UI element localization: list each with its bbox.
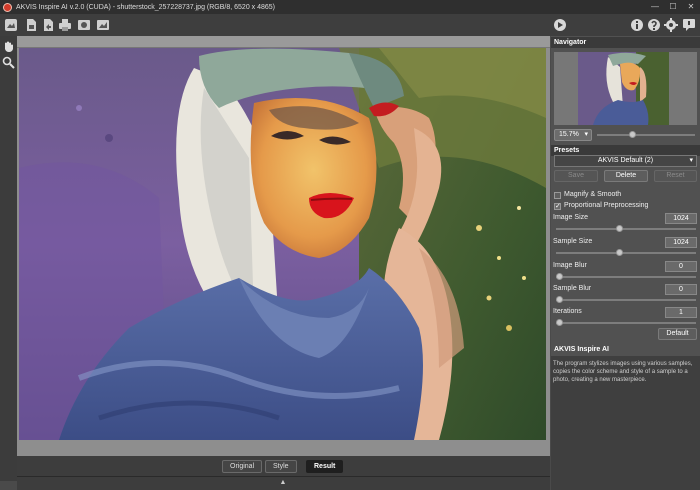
delete-preset-button[interactable]: Delete <box>604 170 648 182</box>
zoom-slider-track[interactable] <box>597 134 695 136</box>
app-logo-icon <box>3 2 12 12</box>
save-preset-button[interactable]: Save <box>554 170 598 182</box>
proportional-preprocessing-label: Proportional Preprocessing <box>564 202 649 209</box>
image-blur-value[interactable]: 0 <box>665 261 697 272</box>
image-blur-slider-knob[interactable] <box>556 273 563 280</box>
expand-panel-icon[interactable]: ▲ <box>279 479 287 487</box>
reset-preset-button[interactable]: Reset <box>654 170 697 182</box>
canvas-bottom-margin <box>17 440 550 456</box>
run-icon[interactable] <box>553 18 567 32</box>
image-size-label: Image Size <box>553 214 589 221</box>
about-description: The program stylizes images using variou… <box>553 361 693 383</box>
zoom-slider-knob[interactable] <box>628 131 636 138</box>
close-button[interactable]: ✕ <box>682 0 700 14</box>
zoom-level-select[interactable]: 15.7% ▾ <box>554 129 592 141</box>
about-description-box: The program stylizes images using variou… <box>551 356 700 490</box>
open-icon[interactable] <box>4 18 18 32</box>
sample-blur-slider-track[interactable] <box>556 299 696 301</box>
tab-original[interactable]: Original <box>222 460 263 473</box>
navigator-thumbnail <box>578 52 669 125</box>
iterations-value[interactable]: 1 <box>665 307 697 318</box>
hand-icon[interactable] <box>2 40 15 53</box>
settings-icon[interactable] <box>664 18 678 32</box>
bottom-panel-bar: ▲ <box>17 476 550 490</box>
chevron-down-icon: ▾ <box>689 157 693 164</box>
image-size-slider-track[interactable] <box>556 228 696 230</box>
sample-size-slider-track[interactable] <box>556 252 696 254</box>
magnify-smooth-checkbox[interactable] <box>554 192 561 199</box>
checkmark-icon: ✓ <box>555 203 561 210</box>
image-canvas[interactable] <box>17 36 550 456</box>
chevron-down-icon: ▾ <box>584 131 588 138</box>
export-icon[interactable] <box>41 18 55 32</box>
view-tab-bar: Original Style Result <box>17 456 550 476</box>
preferences-icon[interactable] <box>96 18 110 32</box>
proportional-preprocessing-checkbox[interactable]: ✓ <box>554 203 561 210</box>
sample-blur-label: Sample Blur <box>553 285 592 292</box>
navigator-preview[interactable] <box>554 52 697 125</box>
left-toolbar <box>0 36 17 481</box>
iterations-label: Iterations <box>553 308 582 315</box>
iterations-slider-knob[interactable] <box>556 319 563 326</box>
batch-icon[interactable] <box>77 18 91 32</box>
notifications-icon[interactable] <box>682 18 696 32</box>
sample-size-value[interactable]: 1024 <box>665 237 697 248</box>
info-icon[interactable] <box>630 18 644 32</box>
window-title: AKVIS Inspire AI v.2.0 (CUDA) - shutters… <box>16 3 276 11</box>
canvas-top-margin <box>17 36 550 48</box>
tab-result[interactable]: Result <box>306 460 344 473</box>
preset-selected-value: AKVIS Default (2) <box>597 157 654 164</box>
zoom-level-value: 15.7% <box>559 131 579 138</box>
window-controls: — ☐ ✕ <box>646 0 700 14</box>
sample-size-slider-knob[interactable] <box>615 249 623 256</box>
image-size-slider-knob[interactable] <box>615 225 623 232</box>
image-size-value[interactable]: 1024 <box>665 213 697 224</box>
sample-size-label: Sample Size <box>553 238 593 245</box>
maximize-button[interactable]: ☐ <box>664 0 682 14</box>
title-bar: AKVIS Inspire AI v.2.0 (CUDA) - shutters… <box>0 0 700 14</box>
preset-dropdown[interactable]: AKVIS Default (2) ▾ <box>554 155 697 167</box>
sample-blur-value[interactable]: 0 <box>665 284 697 295</box>
top-toolbar <box>0 14 700 36</box>
default-button[interactable]: Default <box>658 328 697 340</box>
about-title: AKVIS Inspire AI <box>554 346 609 353</box>
minimize-button[interactable]: — <box>646 0 664 14</box>
zoom-icon[interactable] <box>2 56 15 69</box>
sample-blur-slider-knob[interactable] <box>556 296 563 303</box>
navigator-header: Navigator <box>551 37 700 48</box>
image-blur-label: Image Blur <box>553 262 587 269</box>
magnify-smooth-label: Magnify & Smooth <box>564 191 622 198</box>
image-blur-slider-track[interactable] <box>556 276 696 278</box>
save-icon[interactable] <box>24 18 38 32</box>
help-icon[interactable] <box>647 18 661 32</box>
print-icon[interactable] <box>58 18 72 32</box>
tab-style[interactable]: Style <box>265 460 297 473</box>
stylized-portrait-image <box>19 48 546 440</box>
settings-panel: Navigator 15.7% ▾ Presets AKVIS Default … <box>551 36 700 490</box>
iterations-slider-track[interactable] <box>556 322 696 324</box>
